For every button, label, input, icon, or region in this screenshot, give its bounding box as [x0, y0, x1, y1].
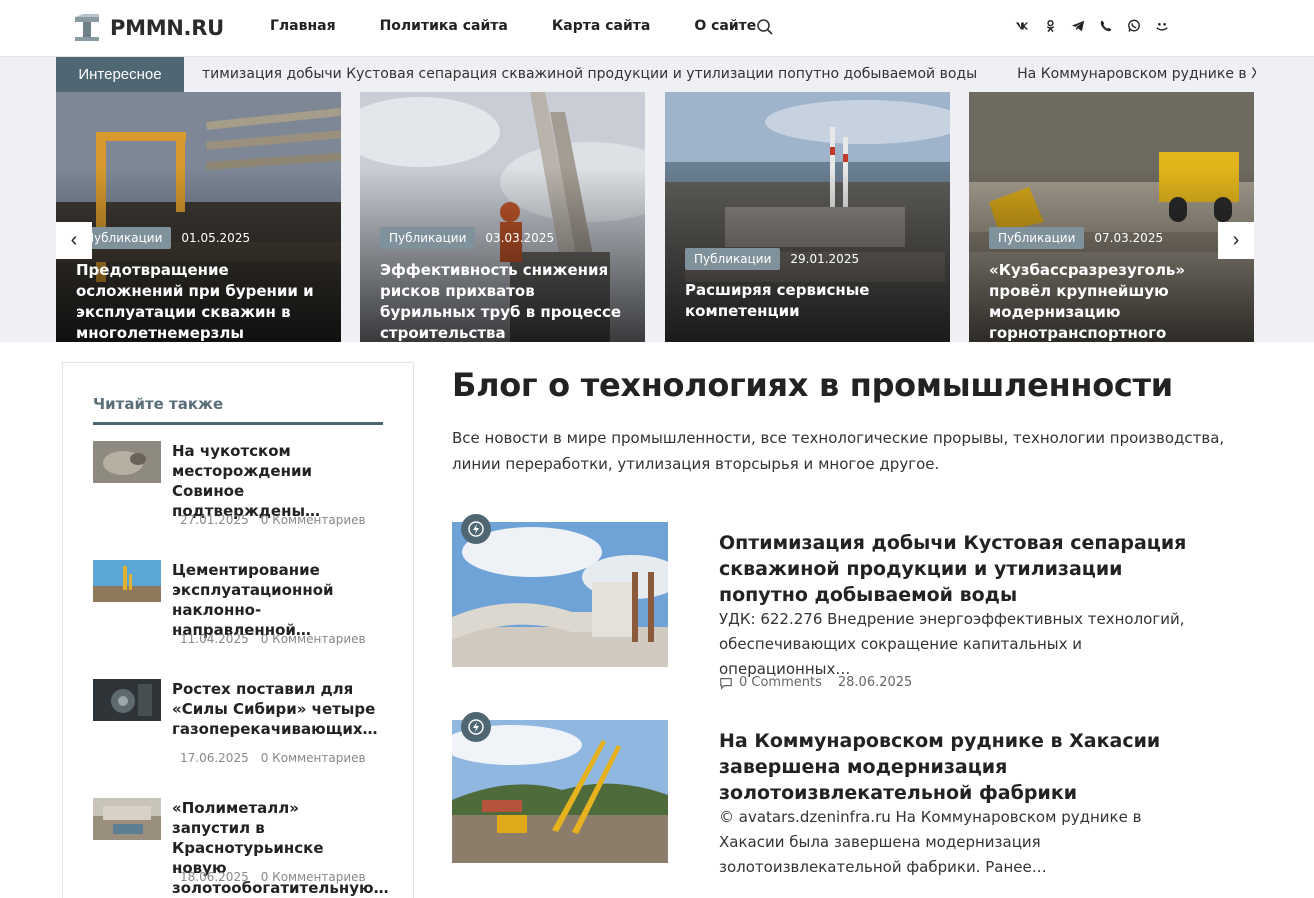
ticker-item[interactable]: тимизация добычи Кустовая сепарация сква… [202, 66, 977, 82]
featured-band: Интересное тимизация добычи Кустовая сеп… [0, 57, 1314, 342]
ticker-label: Интересное [56, 57, 184, 92]
post-comments[interactable]: 0 Comments [739, 675, 822, 690]
post-date: 28.06.2025 [837, 675, 913, 690]
slide-date: 03.03.2025 [485, 231, 555, 245]
slide-card[interactable]: Публикации 07.03.2025 «Кузбассразрезугол… [969, 92, 1254, 342]
nav-about[interactable]: О сайте [694, 18, 756, 34]
social-links [1014, 18, 1182, 34]
site-logo[interactable]: PMMN.RU [72, 12, 224, 44]
logo-icon [75, 14, 99, 41]
featured-bolt-icon [461, 712, 491, 742]
page-title: Блог о технологиях в промышленности [452, 366, 1173, 404]
sidebar-item[interactable]: Цементирование эксплуатационной наклонно… [93, 560, 393, 660]
sidebar-thumb[interactable] [93, 560, 161, 602]
post-excerpt: УДК: 622.276 Внедрение энергоэффективных… [719, 610, 1185, 678]
slide-card[interactable]: Публикации 29.01.2025 Расширяя сервисные… [665, 92, 950, 342]
nav-home[interactable]: Главная [270, 18, 336, 34]
sidebar-divider [93, 422, 383, 425]
sidebar-item-date: 27.01.2025 [180, 513, 249, 527]
sidebar-item-title[interactable]: Цементирование эксплуатационной наклонно… [172, 560, 382, 640]
sidebar-thumb[interactable] [93, 679, 161, 721]
ticker-item[interactable]: На Коммунаровском руднике в Х [1017, 66, 1256, 82]
sidebar-title: Читайте также [93, 395, 224, 413]
post-image[interactable] [452, 720, 668, 863]
logo-text: PMMN.RU [110, 16, 224, 40]
sidebar-item-comments[interactable]: 0 Комментариев [261, 513, 366, 527]
sidebar-item[interactable]: «Полиметалл» запустил в Краснотурьинске … [93, 798, 393, 898]
post-card: Оптимизация добычи Кустовая сепарация ск… [452, 514, 1212, 702]
category-badge[interactable]: Публикации [989, 227, 1085, 249]
sidebar-item-date: 11.04.2025 [180, 632, 249, 646]
post-title[interactable]: Оптимизация добычи Кустовая сепарация ск… [719, 530, 1189, 608]
slide-card[interactable]: Публикации 03.03.2025 Эффективность сниж… [360, 92, 645, 342]
featured-bolt-icon [461, 514, 491, 544]
sidebar-item-comments[interactable]: 0 Комментариев [261, 632, 366, 646]
slider-prev-button[interactable]: ‹ [56, 222, 92, 259]
sidebar-thumb[interactable] [93, 441, 161, 483]
sidebar-item-date: 17.06.2025 [180, 751, 249, 765]
telegram-icon[interactable] [1070, 18, 1086, 34]
slide-title[interactable]: Эффективность снижения рисков прихватов … [380, 260, 630, 342]
slider-next-button[interactable]: › [1218, 222, 1254, 259]
post-title[interactable]: На Коммунаровском руднике в Хакасии заве… [719, 728, 1189, 806]
slide-title[interactable]: Предотвращение осложнений при бурении и … [76, 260, 326, 342]
post-card: На Коммунаровском руднике в Хакасии заве… [452, 712, 1212, 890]
featured-slider: Публикации 01.05.2025 Предотвращение осл… [56, 92, 1254, 342]
sidebar-item[interactable]: На чукотском месторождении Совиное подтв… [93, 441, 393, 541]
slide-date: 01.05.2025 [181, 231, 251, 245]
slide-card[interactable]: Публикации 01.05.2025 Предотвращение осл… [56, 92, 341, 342]
nav-policy[interactable]: Политика сайта [380, 18, 508, 34]
site-header: PMMN.RU Главная Политика сайта Карта сай… [0, 0, 1314, 57]
slide-title[interactable]: «Кузбассразрезуголь» провёл крупнейшую м… [989, 260, 1239, 342]
slide-date: 29.01.2025 [790, 252, 860, 266]
sidebar-read-also: Читайте также На чукотском месторождении… [62, 362, 414, 898]
search-icon[interactable] [756, 18, 774, 36]
sidebar-item-date: 18.06.2025 [180, 870, 249, 884]
post-image[interactable] [452, 522, 668, 667]
sidebar-item-comments[interactable]: 0 Комментариев [261, 751, 366, 765]
sidebar-thumb[interactable] [93, 798, 161, 840]
comment-icon [720, 677, 732, 690]
sidebar-item-comments[interactable]: 0 Комментариев [261, 870, 366, 884]
moimir-icon[interactable] [1154, 18, 1170, 34]
post-excerpt: © avatars.dzeninfra.ru На Коммунаровском… [719, 808, 1142, 876]
category-badge[interactable]: Публикации [685, 248, 781, 270]
sidebar-item-title[interactable]: На чукотском месторождении Совиное подтв… [172, 441, 382, 521]
slide-date: 07.03.2025 [1094, 231, 1164, 245]
sidebar-item[interactable]: Ростех поставил для «Силы Сибири» четыре… [93, 679, 393, 779]
odnoklassniki-icon[interactable] [1042, 18, 1058, 34]
main-nav: Главная Политика сайта Карта сайта О сай… [270, 18, 800, 34]
whatsapp-icon[interactable] [1126, 18, 1142, 34]
vk-icon[interactable] [1014, 18, 1030, 34]
nav-sitemap[interactable]: Карта сайта [552, 18, 650, 34]
category-badge[interactable]: Публикации [380, 227, 476, 249]
sidebar-item-title[interactable]: Ростех поставил для «Силы Сибири» четыре… [172, 679, 382, 739]
viber-icon[interactable] [1098, 18, 1114, 34]
news-ticker: тимизация добычи Кустовая сепарация сква… [184, 57, 1256, 92]
slide-title[interactable]: Расширяя сервисные компетенции [685, 280, 935, 322]
page-description: Все новости в мире промышленности, все т… [452, 429, 1225, 473]
